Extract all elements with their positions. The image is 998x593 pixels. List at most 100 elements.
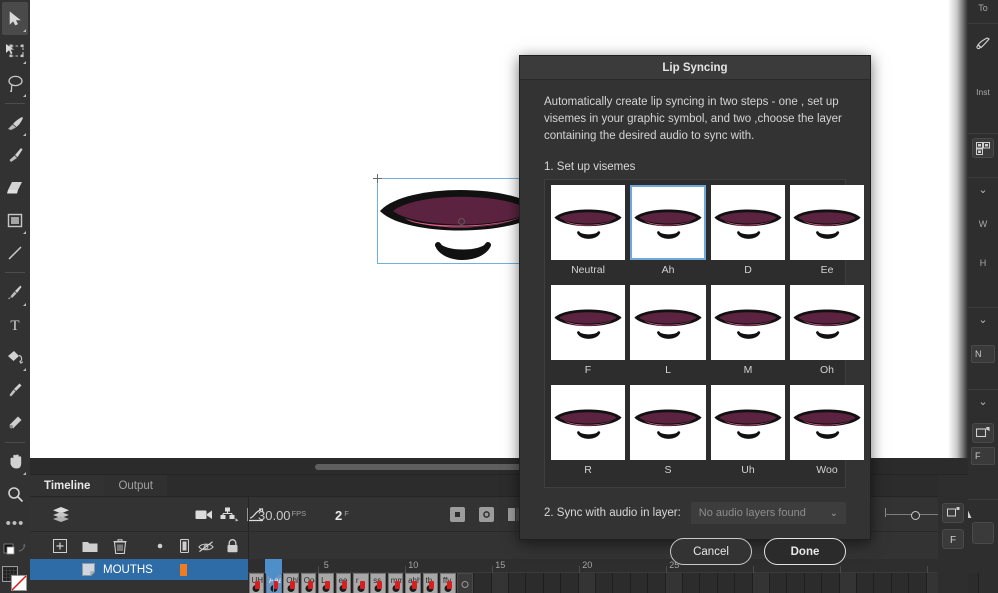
frame-cell[interactable] (753, 573, 770, 593)
chevron-down-icon[interactable]: ⌄ (968, 308, 998, 329)
swap-symbol-button[interactable] (972, 138, 994, 158)
viseme-cell-ah[interactable]: Ah (628, 185, 708, 285)
zoom-tool-icon[interactable] (2, 478, 28, 511)
frame-cell[interactable] (857, 573, 874, 593)
viseme-cell-f[interactable]: F (549, 285, 627, 385)
keyframe[interactable]: Oooo (301, 573, 317, 593)
viseme-thumbnail-s[interactable] (630, 385, 706, 460)
viseme-thumbnail-r[interactable] (551, 385, 625, 460)
playhead-handle[interactable] (265, 559, 282, 573)
extra-panel-button[interactable] (972, 522, 994, 544)
pen-tool-icon[interactable] (2, 276, 28, 309)
selection-tool-icon[interactable] (2, 2, 28, 35)
layer-stack-icon[interactable] (52, 497, 70, 531)
viseme-cell-r[interactable]: R (549, 385, 627, 485)
frame-cell[interactable] (735, 573, 752, 593)
viseme-thumbnail-l[interactable] (630, 285, 706, 360)
keyframe[interactable]: ffv (440, 573, 456, 593)
frame-cell[interactable] (892, 573, 909, 593)
frame-cell[interactable] (683, 573, 700, 593)
frame-cell[interactable] (613, 573, 630, 593)
keyframe[interactable]: r (353, 573, 369, 593)
layer-parenting-icon[interactable] (220, 497, 239, 531)
rectangle-tool-icon[interactable] (2, 204, 28, 237)
keyframe[interactable]: L (318, 573, 334, 593)
frame-cell[interactable] (666, 573, 683, 593)
tab-timeline[interactable]: Timeline (30, 475, 104, 496)
frame-cell[interactable] (474, 573, 491, 593)
viseme-thumbnail-woo[interactable] (790, 385, 864, 460)
viseme-cell-woo[interactable]: Woo (788, 385, 866, 485)
fps-display[interactable]: 30.00 FPS (258, 497, 306, 531)
eye-hidden-icon[interactable] (198, 538, 214, 554)
more-tools-icon[interactable]: ••• (2, 511, 28, 536)
paint-bucket-tool-icon[interactable] (2, 341, 28, 374)
frame-strip[interactable]: UH_AaaaOhhhOoooLeerssmm/pahhhthffv (248, 573, 968, 593)
frame-cell[interactable] (718, 573, 735, 593)
viseme-thumbnail-ah[interactable] (630, 185, 706, 260)
audio-layer-select[interactable]: No audio layers found ⌄ (691, 502, 846, 524)
zoom-slider-knob[interactable] (911, 511, 920, 520)
stroke-fill-swatches[interactable] (2, 536, 28, 565)
viseme-thumbnail-f[interactable] (551, 285, 625, 360)
keyframe[interactable]: th (423, 573, 439, 593)
swap-colors-swatch[interactable] (2, 564, 28, 593)
loop-mode-button[interactable] (972, 423, 994, 443)
keyframe[interactable]: Ohhh (283, 573, 299, 593)
viseme-cell-s[interactable]: S (628, 385, 708, 485)
viseme-thumbnail-d[interactable] (711, 185, 785, 260)
frame-cell[interactable] (822, 573, 839, 593)
free-transform-tool-icon[interactable] (2, 35, 28, 68)
keyframe[interactable]: ee (336, 573, 352, 593)
hand-tool-icon[interactable] (2, 446, 28, 479)
cancel-button[interactable]: Cancel (670, 538, 752, 565)
width-tool-icon[interactable] (2, 406, 28, 439)
done-button[interactable]: Done (764, 538, 846, 565)
eraser-tool-icon[interactable] (2, 172, 28, 205)
frame-cell[interactable] (561, 573, 578, 593)
frame-cell[interactable] (874, 573, 891, 593)
frame-cell[interactable] (509, 573, 526, 593)
current-frame-display[interactable]: 2 F (335, 497, 349, 531)
lock-icon[interactable] (224, 538, 240, 554)
onion-skin-icon[interactable] (450, 497, 465, 531)
line-tool-icon[interactable] (2, 237, 28, 270)
viseme-thumbnail-ee[interactable] (790, 185, 864, 260)
name-field[interactable]: N (971, 345, 995, 363)
viseme-cell-l[interactable]: L (628, 285, 708, 385)
camera-icon[interactable] (195, 497, 213, 531)
frame-cell[interactable] (492, 573, 509, 593)
viseme-cell-uh[interactable]: Uh (709, 385, 787, 485)
keyframe[interactable]: ahhh (405, 573, 421, 593)
keyframe[interactable] (457, 573, 473, 593)
eyedropper-tool-icon[interactable] (2, 374, 28, 407)
frame-cell[interactable] (700, 573, 717, 593)
timeline-panel-button-2[interactable]: F (942, 529, 964, 549)
frame-cell[interactable] (840, 573, 857, 593)
frame-cell[interactable] (787, 573, 804, 593)
viseme-thumbnail-neutral[interactable] (551, 185, 625, 260)
delete-icon[interactable] (112, 538, 128, 554)
playhead[interactable] (265, 559, 282, 593)
viseme-cell-neutral[interactable]: Neutral (549, 185, 627, 285)
keyframe[interactable]: UH_ (249, 573, 265, 593)
timeline-panel-button-1[interactable] (942, 503, 964, 523)
frame-cell[interactable] (579, 573, 596, 593)
viseme-thumbnail-uh[interactable] (711, 385, 785, 460)
viseme-grid[interactable]: NeutralAhDEeFLMOhRSUhWoo (544, 179, 846, 488)
frame-cell[interactable] (648, 573, 665, 593)
chevron-down-icon[interactable]: ⌄ (968, 178, 998, 199)
layer-row-mouths[interactable]: MOUTHS (30, 559, 248, 580)
viseme-thumbnail-oh[interactable] (790, 285, 864, 360)
viseme-cell-m[interactable]: M (709, 285, 787, 385)
keyframe[interactable]: ss (370, 573, 386, 593)
brush-tool-icon[interactable] (2, 139, 28, 172)
frame-cell[interactable] (805, 573, 822, 593)
chevron-down-icon[interactable]: ⌄ (968, 390, 998, 411)
frame-cell[interactable] (596, 573, 613, 593)
lasso-tool-icon[interactable] (2, 67, 28, 100)
tab-output[interactable]: Output (104, 475, 167, 496)
viseme-cell-d[interactable]: D (709, 185, 787, 285)
viseme-thumbnail-m[interactable] (711, 285, 785, 360)
viseme-cell-ee[interactable]: Ee (788, 185, 866, 285)
